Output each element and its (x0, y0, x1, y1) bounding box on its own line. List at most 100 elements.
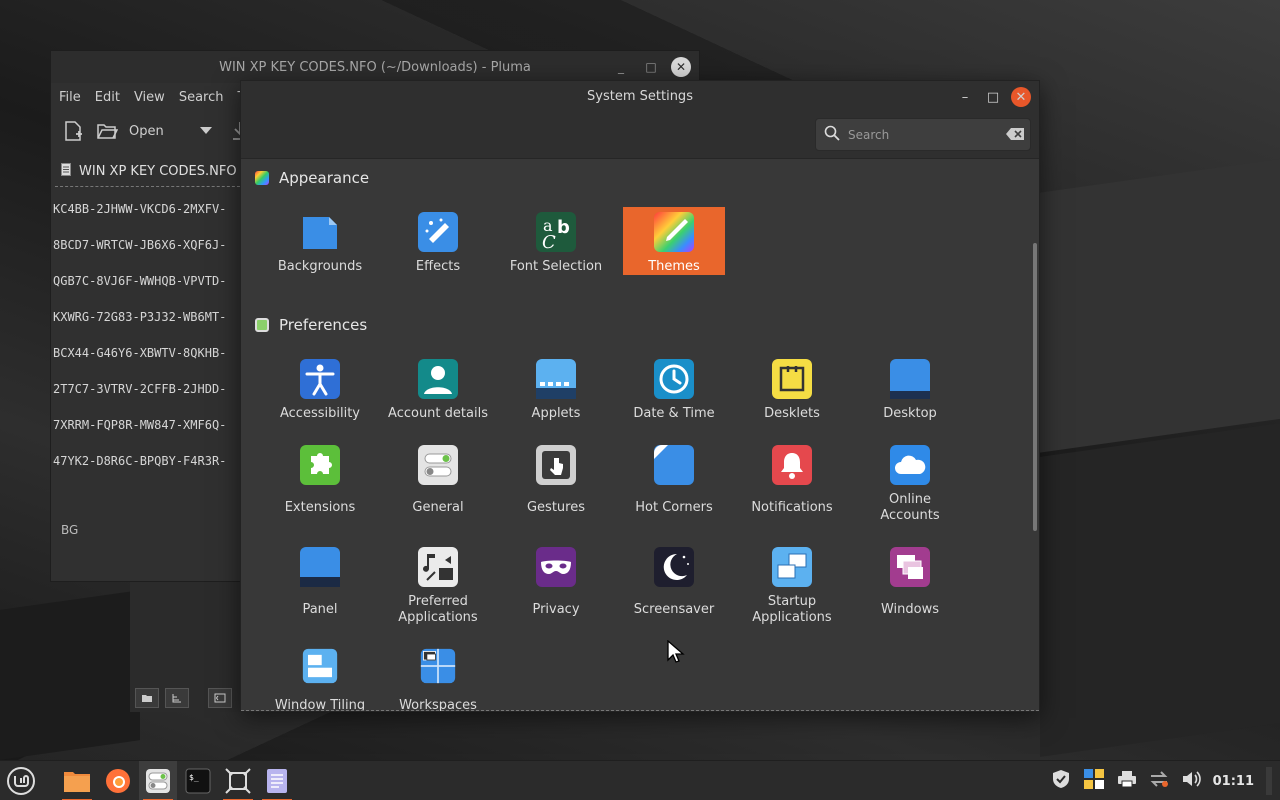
vertical-scrollbar[interactable] (1033, 243, 1037, 531)
settings-item-general[interactable]: General (387, 442, 489, 526)
window-title: System Settings (587, 89, 693, 104)
menu-search[interactable]: Search (179, 90, 232, 105)
printer-icon[interactable] (1117, 770, 1137, 792)
dropdown-arrow-icon[interactable] (194, 119, 218, 143)
wallpaper-shape (1040, 423, 1280, 757)
panel-icon (300, 547, 340, 587)
text-line: 8BCD7-WRTCW-JB6X6-XQF6J- (53, 238, 227, 252)
new-document-icon[interactable] (61, 119, 85, 143)
show-desktop-button[interactable] (1266, 767, 1272, 795)
minimize-button[interactable]: – (955, 87, 975, 107)
settings-launcher[interactable] (139, 761, 177, 800)
settings-item-label: Notifications (751, 500, 833, 515)
text-line: 7XRRM-FQP8R-MW847-XMF6Q- (53, 418, 227, 432)
bell-icon (772, 445, 812, 485)
settings-item-label: Accessibility (280, 406, 360, 421)
menu-button[interactable] (2, 761, 40, 800)
search-box[interactable] (815, 118, 1031, 151)
settings-item-accessibility[interactable]: Accessibility (269, 356, 371, 424)
svg-text:C: C (542, 232, 556, 253)
text-line: BCX44-G46Y6-XBWTV-8QKHB- (53, 346, 227, 360)
text-editor-launcher[interactable] (258, 761, 296, 800)
system-settings-window[interactable]: System Settings – □ ✕ Appearance Backgro… (240, 80, 1040, 712)
settings-item-label: Desktop (883, 406, 937, 421)
document-tab[interactable]: WIN XP KEY CODES.NFO (55, 157, 245, 187)
wallpaper-shape (0, 590, 140, 760)
system-tray: 01:11 (1051, 761, 1280, 800)
pluma-title: WIN XP KEY CODES.NFO (~/Downloads) - Plu… (219, 59, 531, 75)
desktop-icon (890, 359, 930, 399)
clock-icon (654, 359, 694, 399)
clock[interactable]: 01:11 (1213, 774, 1254, 789)
close-button[interactable]: ✕ (671, 57, 691, 77)
settings-item-label: Hot Corners (635, 500, 713, 515)
themes-icon (654, 212, 694, 252)
shield-icon[interactable] (1051, 769, 1071, 793)
files-icon (64, 772, 90, 792)
settings-item-label: Backgrounds (277, 259, 363, 274)
firefox-icon (106, 769, 130, 793)
settings-item-applets[interactable]: Applets (505, 356, 607, 424)
settings-item-label: Effects (415, 259, 461, 274)
settings-item-windows[interactable]: Windows (859, 544, 961, 628)
preferences-section-icon (255, 318, 269, 332)
files-launcher[interactable] (58, 761, 96, 800)
minimize-button[interactable]: _ (611, 57, 631, 77)
menu-view[interactable]: View (134, 90, 173, 105)
settings-item-label: Screensaver (633, 602, 715, 617)
settings-item-startup-applications[interactable]: Startup Applications (741, 544, 843, 628)
settings-item-backgrounds[interactable]: Backgrounds (269, 209, 371, 277)
firefox-launcher[interactable] (99, 761, 137, 800)
settings-item-account-details[interactable]: Account details (387, 356, 489, 424)
settings-item-preferred-applications[interactable]: Preferred Applications (387, 544, 489, 628)
cloud-icon (890, 445, 930, 485)
effects-icon (418, 212, 458, 252)
settings-item-panel[interactable]: Panel (269, 544, 371, 628)
settings-item-desklets[interactable]: Desklets (741, 356, 843, 424)
toggle-sidebar-button[interactable] (208, 688, 232, 708)
network-icon[interactable] (1149, 770, 1169, 792)
settings-item-privacy[interactable]: Privacy (505, 544, 607, 628)
toggles-icon (418, 445, 458, 485)
settings-item-effects[interactable]: Effects (387, 209, 489, 277)
preferred-apps-icon (418, 547, 458, 587)
places-button[interactable] (135, 688, 159, 708)
settings-content: Appearance Backgrounds Effects abC Font … (241, 159, 1039, 711)
menu-edit[interactable]: Edit (95, 90, 128, 105)
open-button-label[interactable]: Open (129, 124, 164, 139)
settings-item-label: Account details (388, 406, 488, 421)
settings-header[interactable]: System Settings – □ ✕ (241, 81, 1039, 159)
pluma-titlebar[interactable]: WIN XP KEY CODES.NFO (~/Downloads) - Plu… (51, 51, 699, 83)
text-editor-icon (267, 769, 287, 793)
appearance-section-icon (255, 171, 269, 185)
settings-item-screensaver[interactable]: Screensaver (623, 544, 725, 628)
volume-icon[interactable] (1181, 770, 1201, 792)
maximize-button[interactable]: □ (641, 57, 661, 77)
settings-item-desktop[interactable]: Desktop (859, 356, 961, 424)
settings-item-online-accounts[interactable]: Online Accounts (859, 442, 961, 526)
settings-item-label: Windows (880, 602, 940, 617)
preferences-section-header: Preferences (255, 316, 367, 334)
menu-file[interactable]: File (59, 90, 89, 105)
search-input[interactable] (848, 127, 998, 142)
settings-item-window-tiling[interactable]: Window Tiling (269, 646, 371, 711)
maximize-button[interactable]: □ (983, 87, 1003, 107)
screenshot-launcher[interactable] (219, 761, 257, 800)
settings-item-notifications[interactable]: Notifications (741, 442, 843, 526)
tree-view-button[interactable] (165, 688, 189, 708)
terminal-launcher[interactable]: $_ (179, 761, 217, 800)
text-editor-area[interactable]: KC4BB-2JHWW-VKCD6-2MXFV- 8BCD7-WRTCW-JB6… (53, 191, 243, 479)
update-manager-icon[interactable] (1083, 768, 1105, 794)
settings-item-font-selection[interactable]: abC Font Selection (505, 209, 607, 277)
settings-item-themes[interactable]: Themes (623, 207, 725, 275)
close-button[interactable]: ✕ (1011, 87, 1031, 107)
settings-item-gestures[interactable]: Gestures (505, 442, 607, 526)
settings-item-hot-corners[interactable]: Hot Corners (623, 442, 725, 526)
settings-item-workspaces[interactable]: Workspaces (387, 646, 489, 711)
settings-item-date-time[interactable]: Date & Time (623, 356, 725, 424)
clear-search-icon[interactable] (1006, 125, 1024, 144)
settings-item-label: Font Selection (509, 259, 603, 274)
settings-item-label: Preferred Applications (398, 594, 478, 625)
settings-item-extensions[interactable]: Extensions (269, 442, 371, 526)
open-folder-icon[interactable] (95, 119, 119, 143)
